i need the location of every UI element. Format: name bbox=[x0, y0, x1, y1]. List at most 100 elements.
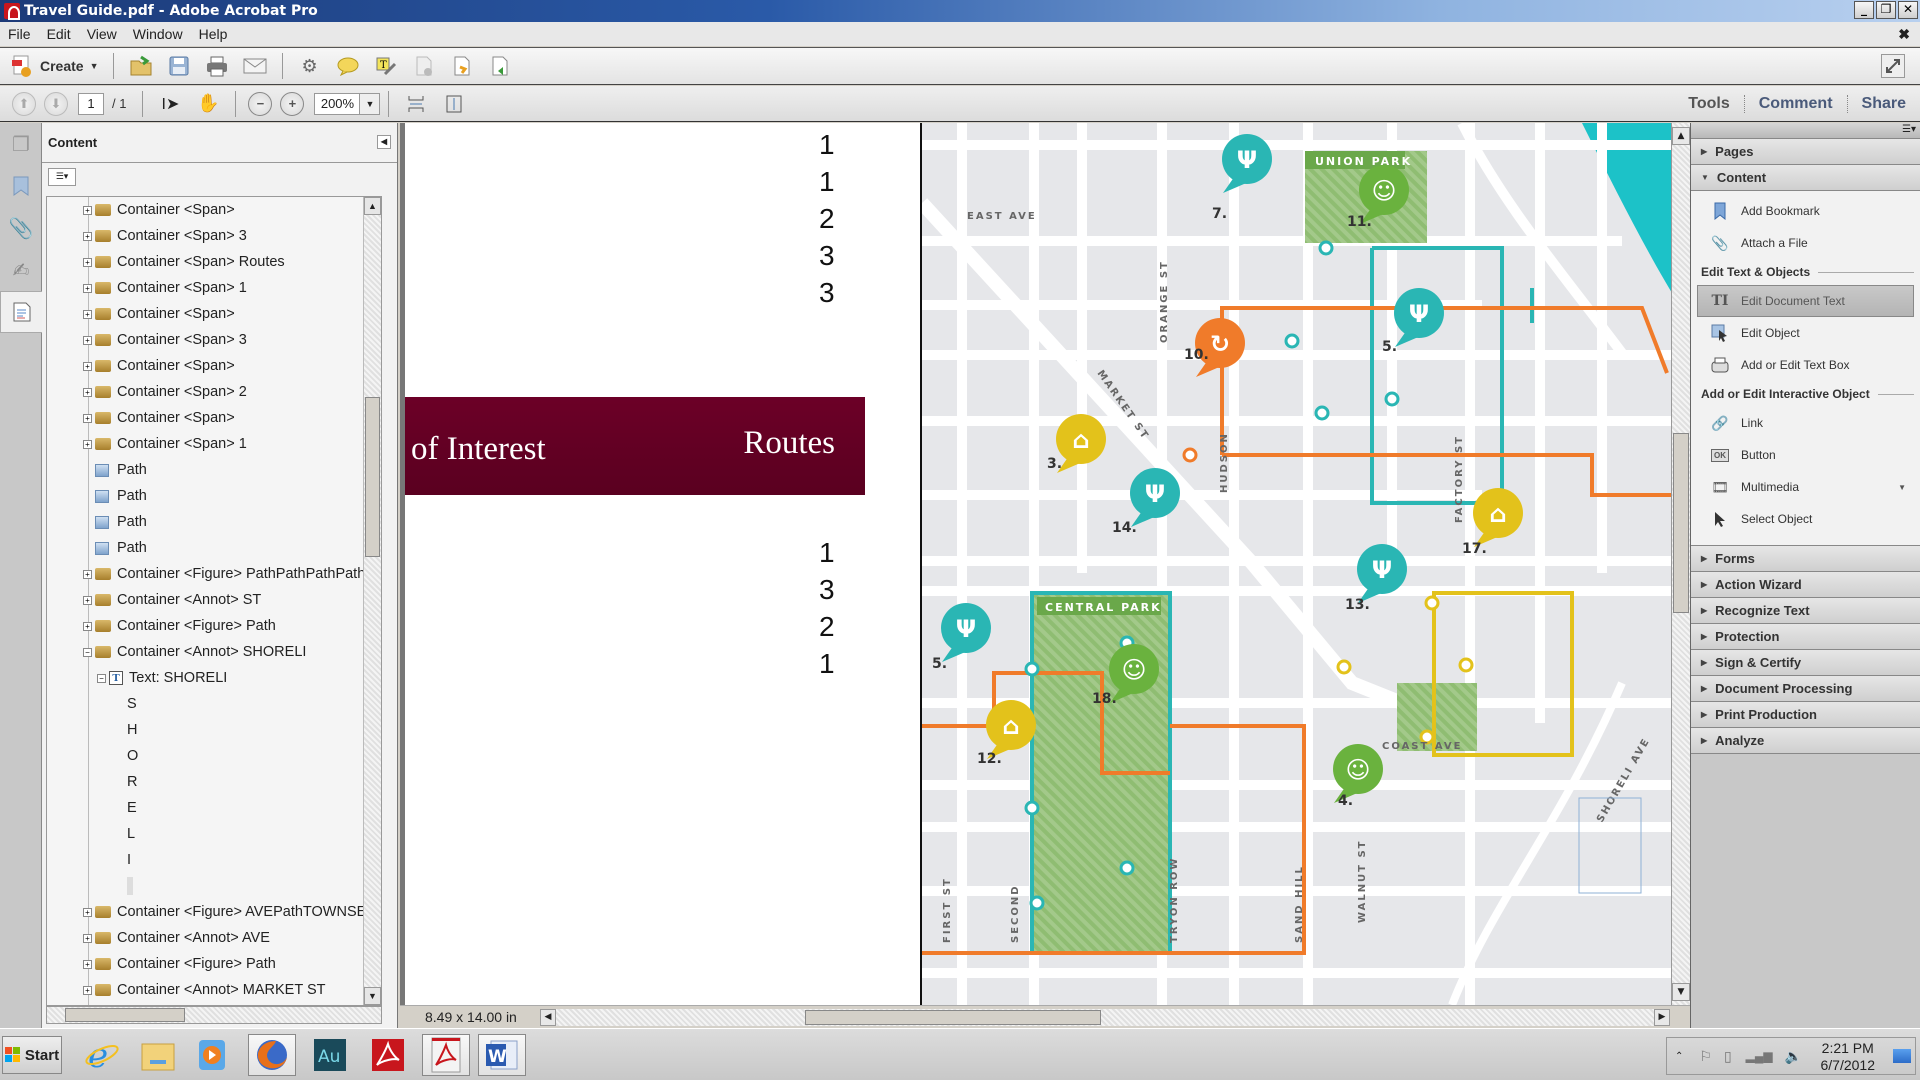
settings-icon[interactable]: ⚙ bbox=[298, 54, 322, 78]
show-desktop-button[interactable] bbox=[1893, 1049, 1911, 1063]
section-document-processing[interactable]: ▶ Document Processing bbox=[1691, 676, 1920, 702]
tree-item[interactable]: Path bbox=[47, 535, 381, 561]
tree-item[interactable]: + Container <Span> 1 bbox=[47, 431, 381, 457]
expand-toggle-icon[interactable]: + bbox=[83, 959, 92, 969]
expand-toggle-icon[interactable]: + bbox=[83, 985, 92, 995]
pane-options-icon[interactable]: ☰▾ bbox=[1902, 124, 1916, 135]
tree-item[interactable]: + Container <Annot> AVE bbox=[47, 925, 381, 951]
tree-item[interactable]: + Container <Figure> Path bbox=[47, 951, 381, 977]
chevron-down-icon[interactable]: ▼ bbox=[359, 93, 380, 114]
collapse-panel-button[interactable]: ◀ bbox=[377, 135, 391, 149]
menu-file[interactable]: File bbox=[0, 26, 39, 42]
expand-icon[interactable] bbox=[1881, 54, 1905, 78]
zoom-out-button[interactable]: − bbox=[248, 91, 273, 116]
options-menu-button[interactable]: ☰▾ bbox=[48, 168, 76, 186]
menu-help[interactable]: Help bbox=[191, 26, 236, 42]
select-tool-icon[interactable]: I➤ bbox=[158, 92, 182, 116]
share-link[interactable]: Share bbox=[1846, 95, 1920, 113]
tree-item[interactable]: + Container <Annot> ST bbox=[47, 587, 381, 613]
tree-horizontal-scrollbar[interactable] bbox=[46, 1006, 382, 1024]
tree-item[interactable]: Path bbox=[47, 509, 381, 535]
tree-item[interactable]: + Container <Span> 3 bbox=[47, 223, 381, 249]
export-icon[interactable] bbox=[450, 54, 474, 78]
bookmarks-icon[interactable] bbox=[0, 165, 42, 207]
scroll-up-button[interactable]: ▲ bbox=[1672, 127, 1690, 145]
scroll-down-button[interactable]: ▼ bbox=[1672, 983, 1690, 1001]
scroll-left-button[interactable]: ◀ bbox=[540, 1009, 556, 1026]
show-hidden-icons[interactable]: ⌃ bbox=[1675, 1051, 1683, 1062]
action-center-flag-icon[interactable]: ⚐ bbox=[1699, 1048, 1712, 1065]
tree-vertical-scrollbar[interactable]: ▲ ▼ bbox=[363, 197, 381, 1005]
section-content[interactable]: ▼ Content bbox=[1691, 165, 1920, 191]
expand-toggle-icon[interactable]: + bbox=[83, 335, 92, 345]
tree-item[interactable]: + Container <Span> bbox=[47, 353, 381, 379]
fit-page-icon[interactable] bbox=[442, 92, 466, 116]
tree-item[interactable]: + Container <Span> 1 bbox=[47, 275, 381, 301]
comment-link[interactable]: Comment bbox=[1743, 95, 1847, 113]
section-protection[interactable]: ▶ Protection bbox=[1691, 624, 1920, 650]
section-pages[interactable]: ▶ Pages bbox=[1691, 139, 1920, 165]
tree-item[interactable]: Path bbox=[47, 457, 381, 483]
tree-item[interactable]: O bbox=[47, 743, 381, 769]
print-icon[interactable] bbox=[205, 54, 229, 78]
email-icon[interactable] bbox=[243, 54, 267, 78]
expand-toggle-icon[interactable]: + bbox=[83, 621, 92, 631]
tree-item[interactable]: + Container <Span> 2 bbox=[47, 379, 381, 405]
tree-item[interactable]: − Container <Annot> SHORELI bbox=[47, 639, 381, 665]
edit-document-text-tool[interactable]: TI Edit Document Text bbox=[1697, 285, 1914, 317]
expand-toggle-icon[interactable]: + bbox=[83, 205, 92, 215]
restore-button[interactable]: ❐ bbox=[1876, 1, 1896, 19]
scroll-right-button[interactable]: ▶ bbox=[1654, 1009, 1670, 1026]
previous-page-button[interactable]: ⬆ bbox=[12, 91, 36, 116]
document-horizontal-scrollbar[interactable]: ◀ ▶ bbox=[540, 1009, 1670, 1026]
tree-item[interactable]: Path bbox=[47, 483, 381, 509]
comment-icon[interactable] bbox=[336, 54, 360, 78]
open-icon[interactable] bbox=[129, 54, 153, 78]
attach-file-tool[interactable]: 📎 Attach a File bbox=[1691, 227, 1920, 259]
start-button[interactable]: Start bbox=[2, 1036, 62, 1074]
volume-icon[interactable]: 🔈 bbox=[1785, 1048, 1802, 1065]
section-recognize-text[interactable]: ▶ Recognize Text bbox=[1691, 598, 1920, 624]
expand-toggle-icon[interactable]: + bbox=[83, 309, 92, 319]
section-action-wizard[interactable]: ▶ Action Wizard bbox=[1691, 572, 1920, 598]
link-tool[interactable]: 🔗 Link bbox=[1691, 407, 1920, 439]
close-document-icon[interactable]: ✖ bbox=[1898, 26, 1910, 43]
tree-item[interactable]: + Container <Span> bbox=[47, 301, 381, 327]
attachments-icon[interactable]: 📎 bbox=[0, 207, 42, 249]
minimize-button[interactable]: _ bbox=[1854, 1, 1874, 19]
expand-toggle-icon[interactable]: + bbox=[83, 439, 92, 449]
create-button[interactable]: Create ▼ bbox=[10, 54, 99, 78]
scroll-down-button[interactable]: ▼ bbox=[364, 987, 381, 1005]
tree-item[interactable]: + Container <Figure> Path bbox=[47, 613, 381, 639]
tree-item[interactable]: − T Text: SHORELI bbox=[47, 665, 381, 691]
scroll-thumb[interactable] bbox=[805, 1010, 1101, 1025]
expand-toggle-icon[interactable]: + bbox=[83, 933, 92, 943]
edit-object-tool[interactable]: Edit Object bbox=[1691, 317, 1920, 349]
clock[interactable]: 2:21 PM 6/7/2012 bbox=[1821, 1040, 1876, 1074]
acrobat-taskbar-icon[interactable] bbox=[364, 1034, 412, 1076]
remove-page-icon[interactable] bbox=[412, 54, 436, 78]
network-signal-icon[interactable]: ▂▄▆ bbox=[1746, 1049, 1773, 1063]
section-forms[interactable]: ▶ Forms bbox=[1691, 546, 1920, 572]
expand-toggle-icon[interactable]: + bbox=[83, 361, 92, 371]
hand-tool-icon[interactable]: ✋ bbox=[196, 92, 220, 116]
add-edit-text-box-tool[interactable]: Add or Edit Text Box bbox=[1691, 349, 1920, 381]
save-icon[interactable] bbox=[167, 54, 191, 78]
expand-toggle-icon[interactable]: + bbox=[83, 569, 92, 579]
expand-toggle-icon[interactable]: + bbox=[83, 387, 92, 397]
expand-toggle-icon[interactable]: + bbox=[83, 413, 92, 423]
select-object-tool[interactable]: Select Object bbox=[1691, 503, 1920, 535]
tree-item[interactable]: I bbox=[47, 847, 381, 873]
tree-item[interactable]: E bbox=[47, 795, 381, 821]
zoom-in-button[interactable]: + bbox=[280, 91, 305, 116]
next-page-button[interactable]: ⬇ bbox=[44, 91, 68, 116]
tools-link[interactable]: Tools bbox=[1674, 95, 1743, 113]
expand-toggle-icon[interactable]: + bbox=[83, 257, 92, 267]
close-button[interactable]: ✕ bbox=[1898, 1, 1918, 19]
scroll-thumb[interactable] bbox=[1673, 433, 1689, 613]
signatures-icon[interactable]: ✍ bbox=[0, 249, 42, 291]
tree-item[interactable]: + Container <Span> bbox=[47, 405, 381, 431]
tree-item[interactable]: H bbox=[47, 717, 381, 743]
content-icon[interactable] bbox=[0, 291, 42, 333]
page-number-input[interactable]: 1 bbox=[78, 92, 104, 115]
